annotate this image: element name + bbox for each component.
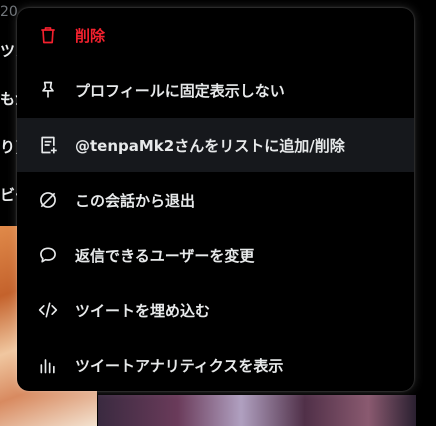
background-text: 20 (0, 4, 18, 20)
menu-item-add-remove-list[interactable]: @tenpaMk2さんをリストに追加/削除 (17, 118, 414, 172)
pin-icon (37, 79, 59, 101)
menu-item-embed-tweet[interactable]: ツイートを埋め込む (17, 283, 414, 337)
menu-item-label: 削除 (75, 26, 106, 45)
menu-item-label: ツイートアナリティクスを表示 (75, 356, 284, 375)
menu-item-label: 返信できるユーザーを変更 (75, 246, 255, 265)
menu-item-unpin-from-profile[interactable]: プロフィールに固定表示しない (17, 63, 414, 117)
menu-item-change-reply-permission[interactable]: 返信できるユーザーを変更 (17, 228, 414, 282)
menu-item-leave-conversation[interactable]: この会話から退出 (17, 173, 414, 227)
background-edge (416, 395, 436, 426)
menu-item-view-analytics[interactable]: ツイートアナリティクスを表示 (17, 338, 414, 391)
menu-item-label: ツイートを埋め込む (75, 301, 211, 320)
list-add-icon (37, 134, 59, 156)
analytics-icon (37, 354, 59, 376)
tweet-options-menu: 削除 プロフィールに固定表示しない @tenpaMk2さんをリストに追加/削除 … (17, 8, 414, 391)
leave-conversation-icon (37, 189, 59, 211)
menu-item-label: この会話から退出 (75, 191, 196, 210)
menu-item-delete[interactable]: 削除 (17, 8, 414, 62)
code-icon (37, 299, 59, 321)
menu-item-label: プロフィールに固定表示しない (75, 81, 285, 100)
menu-item-label: @tenpaMk2さんをリストに追加/削除 (75, 136, 345, 155)
speech-bubble-icon (37, 244, 59, 266)
background-media-image (98, 395, 416, 426)
trash-icon (37, 24, 59, 46)
